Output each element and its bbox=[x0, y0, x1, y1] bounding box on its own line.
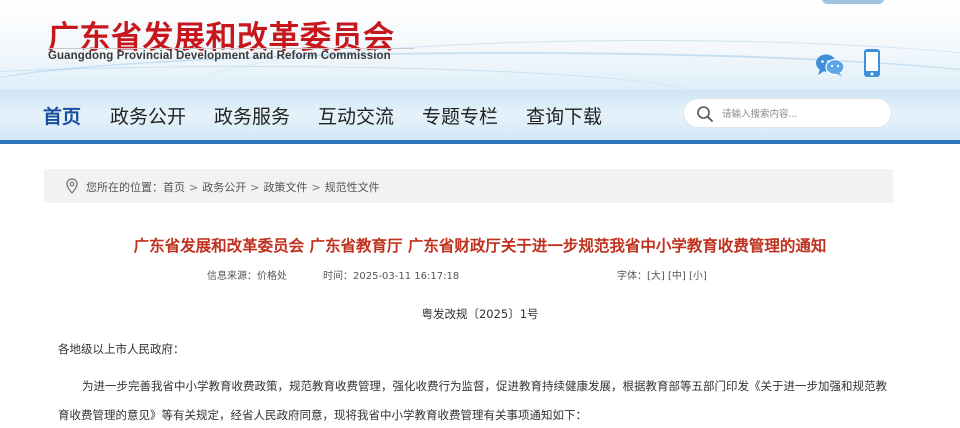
source-value: 价格处 bbox=[257, 271, 287, 282]
time-label: 时间： bbox=[323, 271, 353, 282]
article-paragraph: 为进一步完善我省中小学教育收费政策，规范教育收费管理，强化收费行为监督，促进教育… bbox=[58, 379, 887, 422]
site-header: 广东省发展和改革委员会 Guangdong Provincial Develop… bbox=[0, 0, 960, 90]
article-time: 时间：2025-03-11 16:17:18 bbox=[323, 267, 459, 282]
font-label: 字体： bbox=[617, 271, 647, 282]
font-size-medium[interactable]: [中] bbox=[668, 271, 686, 282]
font-size-control: 字体：[大] [中] [小] bbox=[617, 267, 707, 282]
document-number: 粤发改规〔2025〕1号 bbox=[421, 307, 539, 321]
salutation: 各地级以上市人民政府： bbox=[58, 342, 185, 356]
breadcrumb-separator: > bbox=[311, 181, 321, 194]
main-nav: 首页 政务公开 政务服务 互动交流 专题专栏 查询下载 bbox=[0, 90, 960, 144]
breadcrumb-item-policy-documents[interactable]: 政策文件 bbox=[263, 181, 307, 194]
time-value: 2025-03-11 16:17:18 bbox=[353, 271, 460, 282]
breadcrumb-separator: > bbox=[189, 181, 199, 194]
nav-downloads[interactable]: 查询下载 bbox=[526, 102, 602, 129]
font-size-small[interactable]: [小] bbox=[689, 271, 707, 282]
top-button[interactable] bbox=[822, 0, 884, 4]
breadcrumb-trail: 您所在的位置：首页 > 政务公开 > 政策文件 > 规范性文件 bbox=[86, 179, 380, 195]
breadcrumb-item-home[interactable]: 首页 bbox=[163, 181, 185, 194]
nav-home[interactable]: 首页 bbox=[43, 102, 81, 129]
mobile-icon[interactable] bbox=[863, 48, 881, 78]
breadcrumb: 您所在的位置：首页 > 政务公开 > 政策文件 > 规范性文件 bbox=[44, 169, 893, 203]
nav-topics[interactable]: 专题专栏 bbox=[422, 102, 498, 129]
nav-services[interactable]: 政务服务 bbox=[214, 102, 290, 129]
article-source: 信息来源：价格处 bbox=[207, 267, 287, 282]
site-title-en: Guangdong Provincial Development and Ref… bbox=[48, 50, 391, 62]
breadcrumb-prefix: 您所在的位置： bbox=[86, 181, 163, 194]
wechat-icon[interactable] bbox=[815, 53, 845, 77]
breadcrumb-separator: > bbox=[250, 181, 260, 194]
search-input[interactable] bbox=[722, 104, 882, 124]
source-label: 信息来源： bbox=[207, 271, 257, 282]
nav-government-affairs[interactable]: 政务公开 bbox=[110, 102, 186, 129]
font-size-large[interactable]: [大] bbox=[647, 271, 665, 282]
search-icon[interactable] bbox=[696, 105, 714, 123]
breadcrumb-item-government-affairs[interactable]: 政务公开 bbox=[202, 181, 246, 194]
search-box[interactable] bbox=[683, 98, 892, 128]
logo-divider bbox=[48, 48, 414, 49]
location-pin-icon bbox=[66, 178, 78, 194]
breadcrumb-item-normative-documents[interactable]: 规范性文件 bbox=[325, 181, 380, 194]
article-title: 广东省发展和改革委员会 广东省教育厅 广东省财政厅关于进一步规范我省中小学教育收… bbox=[133, 237, 827, 255]
nav-interaction[interactable]: 互动交流 bbox=[318, 102, 394, 129]
